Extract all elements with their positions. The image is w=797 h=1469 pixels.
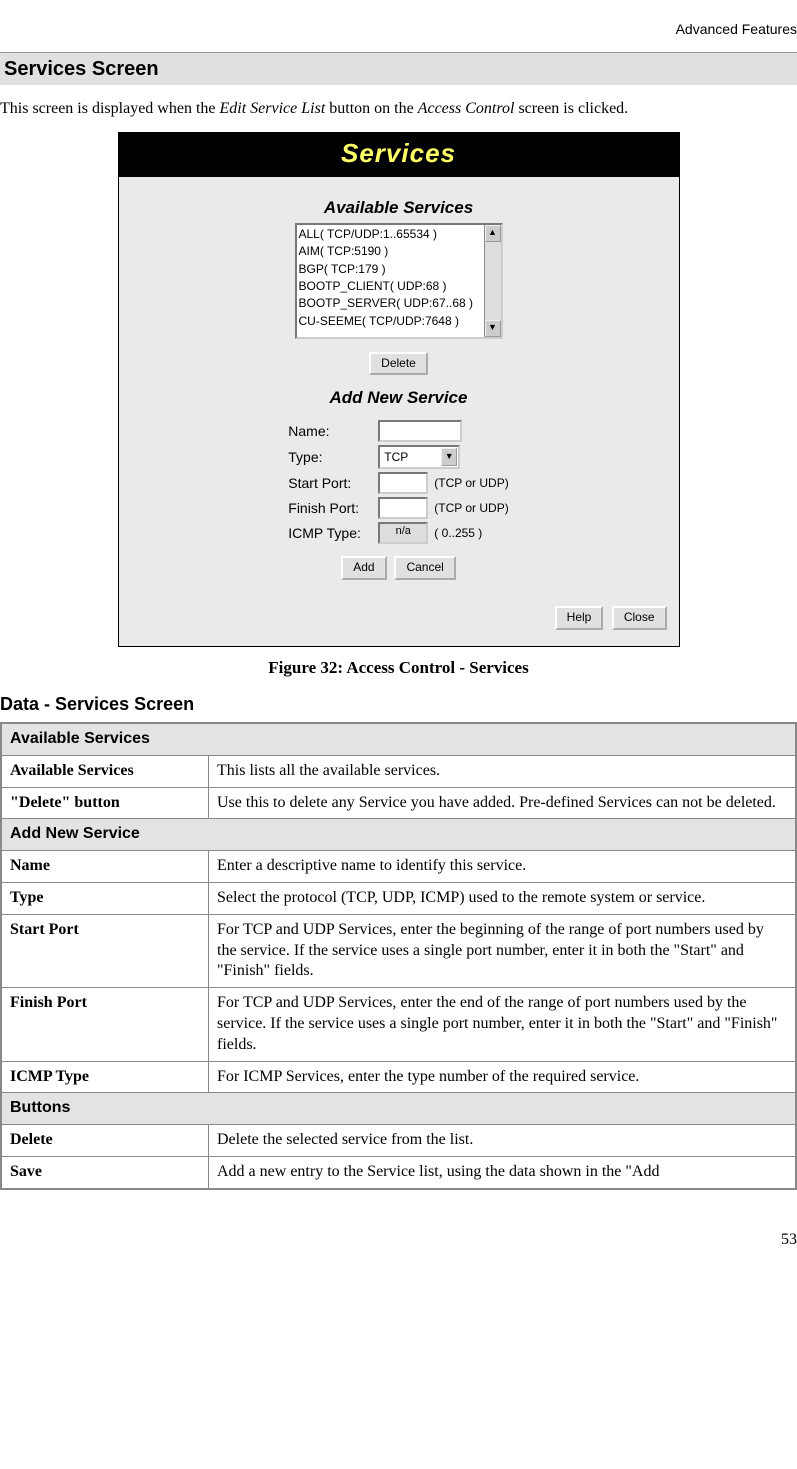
type-label: Type:	[288, 448, 378, 466]
table-row: NameEnter a descriptive name to identify…	[1, 851, 796, 883]
list-item[interactable]: BGP( TCP:179 )	[299, 261, 499, 278]
table-row: DeleteDelete the selected service from t…	[1, 1125, 796, 1157]
table-row: Start PortFor TCP and UDP Services, ente…	[1, 914, 796, 987]
figure-caption: Figure 32: Access Control - Services	[0, 657, 797, 679]
data-table-heading: Data - Services Screen	[0, 693, 797, 716]
name-label: Name:	[288, 422, 378, 440]
available-services-heading: Available Services	[179, 197, 619, 219]
table-row: Available ServicesThis lists all the ava…	[1, 755, 796, 787]
dialog-title: Services	[119, 133, 679, 177]
list-item[interactable]: ALL( TCP/UDP:1..65534 )	[299, 226, 499, 243]
close-button[interactable]: Close	[612, 606, 667, 630]
listbox-scrollbar[interactable]: ▲ ▼	[484, 225, 501, 337]
name-input[interactable]	[378, 420, 462, 442]
table-row: TypeSelect the protocol (TCP, UDP, ICMP)…	[1, 883, 796, 915]
add-new-service-heading: Add New Service	[179, 387, 619, 409]
start-port-label: Start Port:	[288, 474, 378, 492]
tcpudp-hint: (TCP or UDP)	[434, 476, 508, 492]
table-group-header: Available Services	[1, 723, 796, 755]
cancel-button[interactable]: Cancel	[394, 556, 455, 580]
list-item[interactable]: BOOTP_SERVER( UDP:67..68 )	[299, 295, 499, 312]
finish-port-label: Finish Port:	[288, 499, 378, 517]
table-row: SaveAdd a new entry to the Service list,…	[1, 1156, 796, 1188]
scroll-up-icon[interactable]: ▲	[485, 225, 501, 242]
table-row: Finish PortFor TCP and UDP Services, ent…	[1, 988, 796, 1061]
tcpudp-hint: (TCP or UDP)	[434, 501, 508, 517]
chevron-down-icon: ▼	[441, 448, 457, 466]
list-item[interactable]: AIM( TCP:5190 )	[299, 243, 499, 260]
finish-port-input[interactable]	[378, 497, 428, 519]
table-group-header: Add New Service	[1, 819, 796, 851]
icmp-type-label: ICMP Type:	[288, 524, 378, 542]
intro-paragraph: This screen is displayed when the Edit S…	[0, 99, 797, 120]
delete-button[interactable]: Delete	[369, 352, 428, 376]
help-button[interactable]: Help	[555, 606, 604, 630]
add-button[interactable]: Add	[341, 556, 386, 580]
type-select[interactable]: TCP ▼	[378, 445, 460, 469]
list-item[interactable]: CU-SEEME( TCP/UDP:7648 )	[299, 313, 499, 330]
services-listbox[interactable]: ALL( TCP/UDP:1..65534 ) AIM( TCP:5190 ) …	[295, 223, 503, 339]
table-row: ICMP TypeFor ICMP Services, enter the ty…	[1, 1061, 796, 1093]
list-item[interactable]: BOOTP_CLIENT( UDP:68 )	[299, 278, 499, 295]
icmp-type-input[interactable]: n/a	[378, 522, 428, 544]
data-table: Available Services Available ServicesThi…	[0, 722, 797, 1190]
table-group-header: Buttons	[1, 1093, 796, 1125]
icmp-range-hint: ( 0..255 )	[434, 526, 482, 542]
start-port-input[interactable]	[378, 472, 428, 494]
table-row: "Delete" buttonUse this to delete any Se…	[1, 787, 796, 819]
section-heading: Services Screen	[0, 52, 797, 85]
services-dialog: Services Available Services ALL( TCP/UDP…	[118, 132, 680, 647]
scroll-down-icon[interactable]: ▼	[485, 320, 501, 337]
page-number: 53	[0, 1230, 797, 1251]
page-header: Advanced Features	[0, 20, 797, 38]
